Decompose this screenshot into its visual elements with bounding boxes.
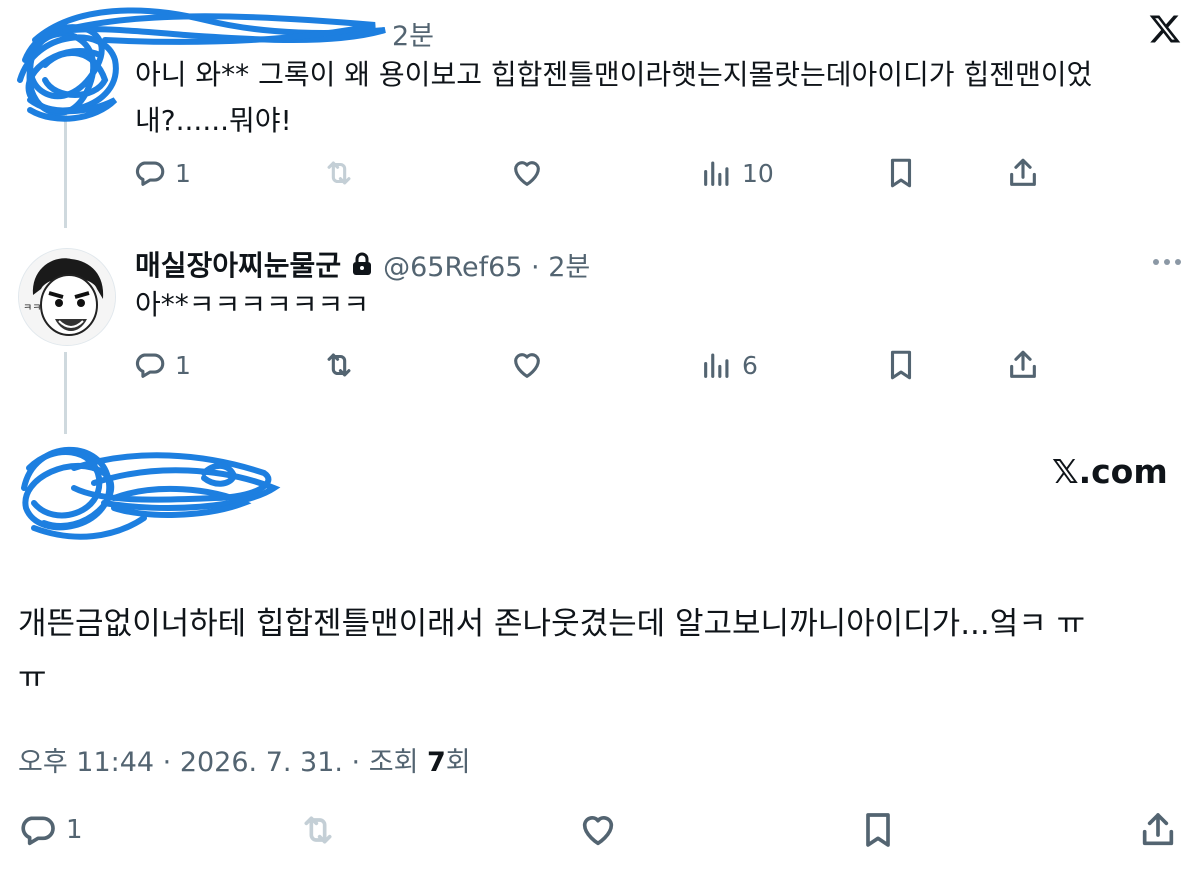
tweet1-view-count: 10 xyxy=(742,158,774,188)
share-icon xyxy=(1142,813,1174,846)
main-tweet-views-suffix: 회 xyxy=(445,747,471,778)
heart-icon xyxy=(582,816,614,846)
tweet2-retweet-button[interactable] xyxy=(322,348,356,382)
tweet1-text-line2: 내?......뭐야! xyxy=(135,104,292,137)
tweet1-reply-button[interactable]: 1 xyxy=(133,156,191,190)
tweet2-header: 매실장아찌눈물군 @65Ref65 · 2분 xyxy=(135,244,590,284)
tweet1-views-button[interactable]: 10 xyxy=(700,156,774,190)
tweet2-text: 아**ㅋㅋㅋㅋㅋㅋㅋ xyxy=(135,288,370,321)
tweet2-avatar[interactable]: ㅋㅋ xyxy=(18,248,116,346)
main-tweet-text-line1: 개뜬금없이너하테 힙합젠틀맨이래서 존나웃겼는데 알고보니까니아이디가...엌ㅋ… xyxy=(18,606,1086,642)
main-tweet-views: 7 xyxy=(427,747,446,778)
main-retweet-button[interactable] xyxy=(298,810,338,850)
bookmark-icon xyxy=(890,158,912,188)
tweet1-text-line1: 아니 와** 그록이 왜 용이보고 힙합젠틀맨이라햇는지몰랏는데아이디가 힙젠맨… xyxy=(135,58,1093,91)
tweet1-share-button[interactable] xyxy=(1006,156,1040,190)
lock-icon xyxy=(353,252,372,275)
share-icon xyxy=(1010,350,1036,378)
views-icon xyxy=(704,161,729,186)
tweet2-display-name[interactable]: 매실장아찌눈물군 xyxy=(135,244,341,284)
tweet2-view-count: 6 xyxy=(742,350,758,380)
main-reply-count: 1 xyxy=(66,815,83,845)
bookmark-icon xyxy=(890,350,912,380)
tweet2-share-button[interactable] xyxy=(1006,348,1040,382)
main-tweet-time-date[interactable]: 오후 11:44 · 2026. 7. 31. · 조회 xyxy=(18,747,427,778)
heart-icon xyxy=(514,353,540,378)
retweet-icon xyxy=(327,161,351,185)
redaction-scribble-2 xyxy=(21,446,281,540)
svg-text:ㅋㅋ: ㅋㅋ xyxy=(23,303,41,314)
tweet1-bookmark-button[interactable] xyxy=(884,156,918,190)
views-icon xyxy=(704,353,729,378)
main-tweet-text-line2: ㅠ xyxy=(18,660,47,696)
main-bookmark-button[interactable] xyxy=(858,810,898,850)
source-label[interactable]: 𝕏.com xyxy=(1052,452,1168,491)
reply-icon xyxy=(21,816,55,846)
retweet-icon xyxy=(304,816,332,844)
cartoon-face-avatar-icon: ㅋㅋ xyxy=(19,249,115,345)
tweet2-handle-time[interactable]: @65Ref65 · 2분 xyxy=(383,245,590,284)
main-share-button[interactable] xyxy=(1138,810,1178,850)
x-logo-icon[interactable] xyxy=(1148,12,1182,46)
heart-icon xyxy=(514,161,540,186)
main-like-button[interactable] xyxy=(578,810,618,850)
share-icon xyxy=(1010,158,1036,186)
tweet2-bookmark-button[interactable] xyxy=(884,348,918,382)
tweet2-views-button[interactable]: 6 xyxy=(700,348,758,382)
tweet1-like-button[interactable] xyxy=(510,156,544,190)
tweet1-time: 2분 xyxy=(392,21,435,52)
tweet2-reply-button[interactable]: 1 xyxy=(133,348,191,382)
tweet2-like-button[interactable] xyxy=(510,348,544,382)
main-tweet-timestamp: 오후 11:44 · 2026. 7. 31. · 조회 7회 xyxy=(18,740,471,779)
thread-connector-2 xyxy=(64,352,67,434)
tweet1-reply-count: 1 xyxy=(175,158,191,188)
reply-icon xyxy=(135,353,165,378)
tweet2-reply-count: 1 xyxy=(175,350,191,380)
retweet-icon xyxy=(327,353,351,377)
more-options-icon[interactable] xyxy=(1150,254,1184,270)
bookmark-icon xyxy=(866,813,890,847)
main-reply-button[interactable]: 1 xyxy=(18,810,83,850)
reply-icon xyxy=(135,161,165,186)
tweet1-retweet-button[interactable] xyxy=(322,156,356,190)
